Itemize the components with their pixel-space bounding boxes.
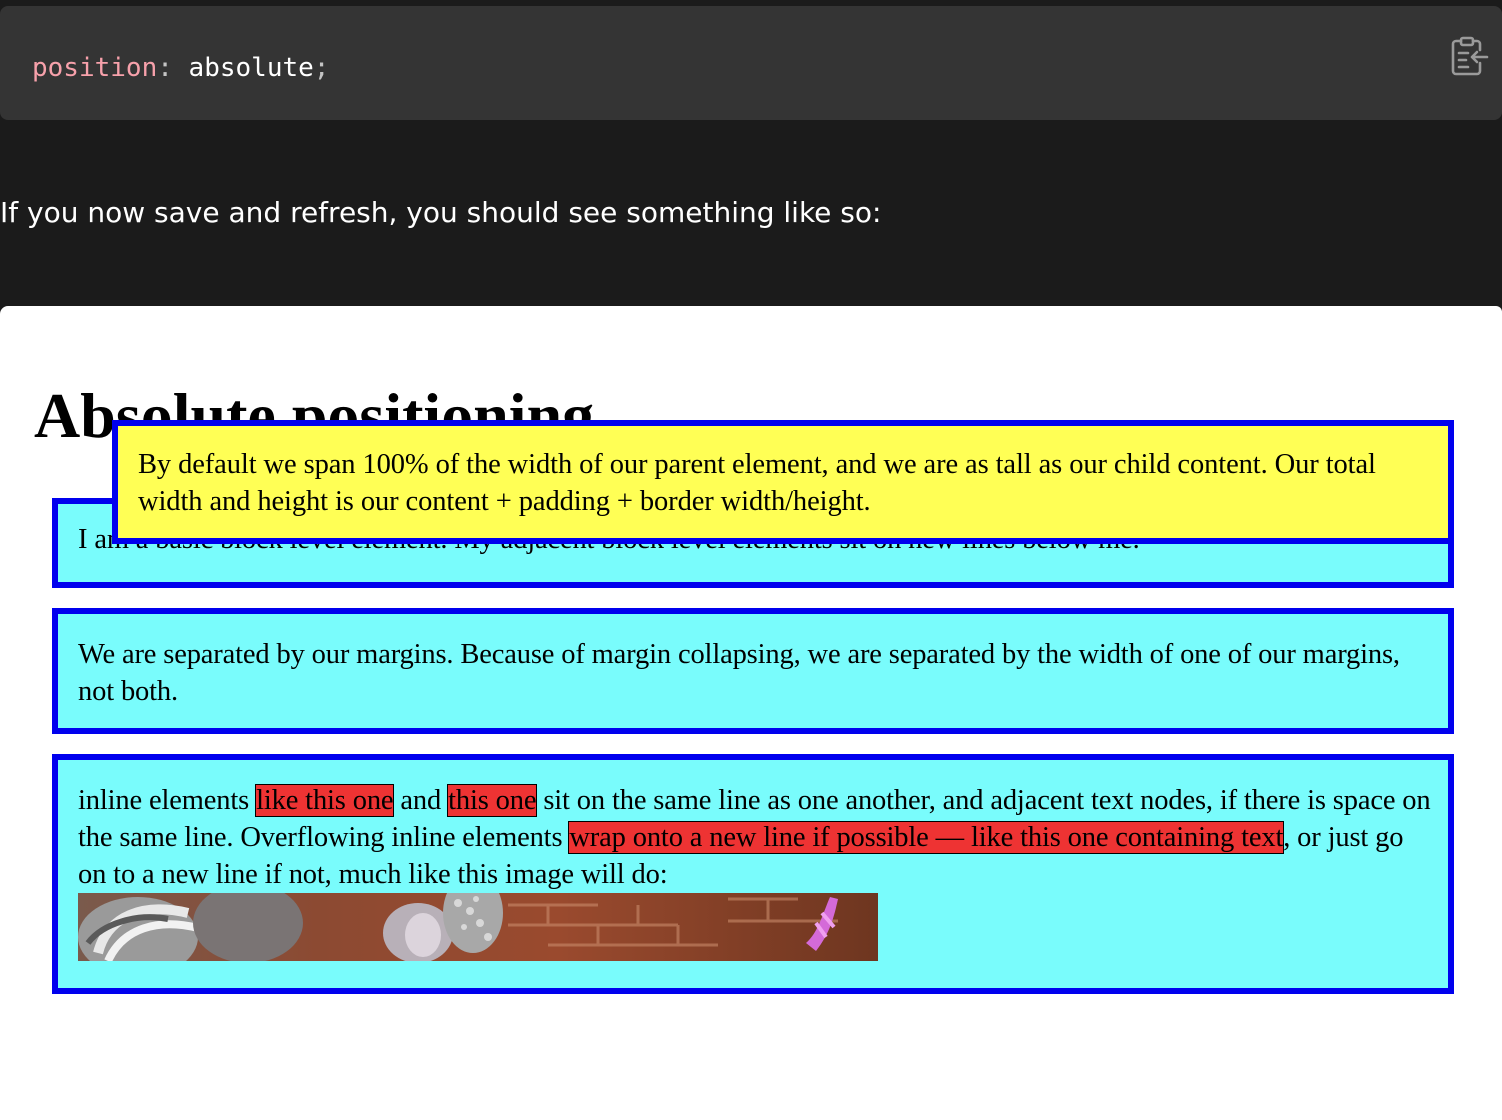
positioned-paragraph: By default we span 100% of the width of … (112, 420, 1454, 544)
sample-image (78, 893, 878, 961)
code-line: position: absolute; (32, 50, 329, 86)
block-paragraph-2-text: We are separated by our margins. Because… (78, 639, 1400, 707)
inline-span-1: like this one (255, 784, 395, 817)
css-colon: : (157, 53, 173, 83)
live-sample-frame: Absolute positioning By default we span … (0, 306, 1502, 1120)
inline-span-3: wrap onto a new line if possible — like … (568, 821, 1285, 854)
copy-code-button[interactable] (1446, 32, 1490, 80)
code-block: position: absolute; (0, 6, 1502, 120)
clipboard-copy-icon (1451, 36, 1489, 76)
css-semicolon: ; (313, 53, 330, 83)
inline-text-1: inline elements (78, 785, 257, 816)
positioned-paragraph-text: By default we span 100% of the width of … (138, 449, 1376, 517)
intro-paragraph: If you now save and refresh, you should … (0, 196, 882, 229)
inline-span-2: this one (447, 784, 538, 817)
inline-paragraph: inline elements like this one and this o… (52, 754, 1454, 994)
block-paragraph-2: We are separated by our margins. Because… (52, 608, 1454, 734)
css-value: absolute (188, 53, 314, 83)
inline-paragraph-text: inline elements like this one and this o… (78, 782, 1438, 893)
css-property: position (32, 53, 158, 83)
inline-text-2: and (393, 785, 449, 816)
